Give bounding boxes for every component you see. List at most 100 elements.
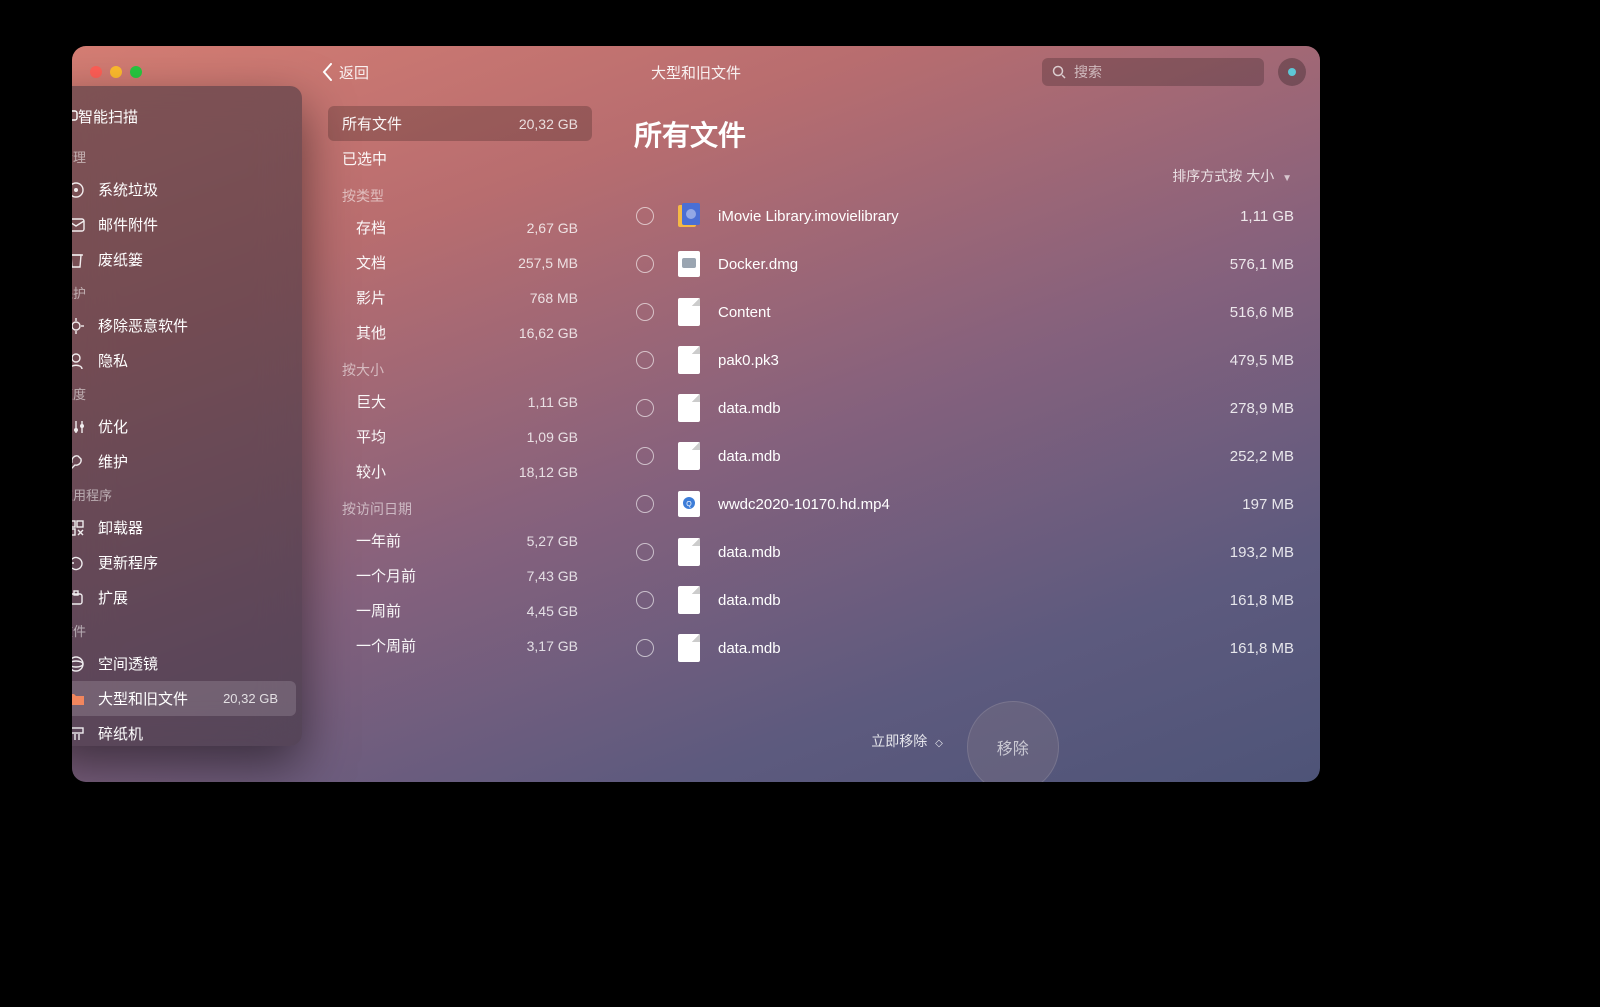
category-row[interactable]: 巨大1,11 GB <box>328 384 592 419</box>
category-size: 16,62 GB <box>519 325 578 341</box>
file-icon <box>676 297 702 327</box>
file-name: data.mdb <box>718 544 781 561</box>
sort-prefix: 排序方式按 <box>1172 168 1242 184</box>
sidebar-item-label: 系统垃圾 <box>98 179 158 200</box>
file-checkbox[interactable] <box>636 207 654 225</box>
sidebar-item-extensions[interactable]: 扩展 <box>72 580 296 615</box>
file-size: 161,8 MB <box>1230 592 1294 609</box>
updown-icon: ◇ <box>935 738 943 749</box>
file-icon <box>676 249 702 279</box>
category-label: 平均 <box>342 426 386 447</box>
sidebar-item-large-old-files[interactable]: 大型和旧文件20,32 GB <box>72 681 296 716</box>
category-size: 5,27 GB <box>527 533 578 549</box>
search-icon <box>1052 65 1066 79</box>
file-icon <box>676 441 702 471</box>
sidebar-section-header: 清理 <box>72 141 302 172</box>
sidebar-item-updater[interactable]: 更新程序 <box>72 545 296 580</box>
category-row[interactable]: 一周前4,45 GB <box>328 593 592 628</box>
category-row[interactable]: 存档2,67 GB <box>328 210 592 245</box>
category-row[interactable]: 一个月前7,43 GB <box>328 558 592 593</box>
category-row[interactable]: 其他 16,62 GB <box>328 315 592 350</box>
sidebar-section-header: 文件 <box>72 615 302 646</box>
sidebar-item-label: 大型和旧文件 <box>98 688 188 709</box>
file-row[interactable]: data.mdb161,8 MB <box>632 576 1298 624</box>
back-label: 返回 <box>339 62 369 83</box>
sidebar-item-system-junk[interactable]: 系统垃圾 <box>72 172 296 207</box>
account-button[interactable] <box>1278 58 1306 86</box>
category-label: 一周前 <box>342 600 401 621</box>
file-checkbox[interactable] <box>636 351 654 369</box>
sidebar-item-smart-scan[interactable]: 智能扫描 <box>72 100 302 133</box>
file-row[interactable]: Docker.dmg576,1 MB <box>632 240 1298 288</box>
category-selected[interactable]: 已选中 <box>328 141 592 176</box>
sidebar-item-trash-bins[interactable]: 废纸篓 <box>72 242 296 277</box>
file-row[interactable]: data.mdb252,2 MB <box>632 432 1298 480</box>
mail-attachments-icon <box>72 218 86 232</box>
file-icon <box>676 201 702 231</box>
file-checkbox[interactable] <box>636 399 654 417</box>
file-name: Docker.dmg <box>718 256 798 273</box>
category-row[interactable]: 文档257,5 MB <box>328 245 592 280</box>
file-checkbox[interactable] <box>636 495 654 513</box>
category-label: 其他 <box>342 322 386 343</box>
space-lens-icon <box>72 655 86 673</box>
search-field[interactable] <box>1042 58 1264 86</box>
file-row[interactable]: pak0.pk3479,5 MB <box>632 336 1298 384</box>
sidebar-item-uninstaller[interactable]: 卸载器 <box>72 510 296 545</box>
file-checkbox[interactable] <box>636 303 654 321</box>
shredder-icon <box>72 726 86 742</box>
sidebar-item-privacy[interactable]: 隐私 <box>72 343 296 378</box>
sort-control[interactable]: 排序方式按 大小 ▼ <box>632 166 1298 186</box>
category-label: 存档 <box>342 217 386 238</box>
sidebar-item-optimize[interactable]: 优化 <box>72 409 296 444</box>
sidebar-item-maintenance[interactable]: 维护 <box>72 444 296 479</box>
file-row[interactable]: Qwwdc2020-10170.hd.mp4197 MB <box>632 480 1298 528</box>
maintenance-icon <box>72 453 86 471</box>
file-size: 193,2 MB <box>1230 544 1294 561</box>
category-row[interactable]: 影片768 MB <box>328 280 592 315</box>
immediate-remove-dropdown[interactable]: 立即移除 ◇ <box>871 731 943 751</box>
category-row[interactable]: 一年前 5,27 GB <box>328 523 592 558</box>
file-size: 161,8 MB <box>1230 640 1294 657</box>
minimize-button[interactable] <box>110 66 122 78</box>
file-checkbox[interactable] <box>636 447 654 465</box>
maximize-button[interactable] <box>130 66 142 78</box>
file-row[interactable]: data.mdb 193,2 MB <box>632 528 1298 576</box>
category-label: 影片 <box>342 287 386 308</box>
file-size: 479,5 MB <box>1230 352 1294 369</box>
main-panel: 所有文件 排序方式按 大小 ▼ iMovie Library.imovielib… <box>632 106 1298 712</box>
category-size: 18,12 GB <box>519 464 578 480</box>
file-name: iMovie Library.imovielibrary <box>718 208 899 225</box>
file-row[interactable]: Content516,6 MB <box>632 288 1298 336</box>
file-icon: Q <box>676 489 702 519</box>
file-row[interactable]: data.mdb278,9 MB <box>632 384 1298 432</box>
category-row[interactable]: 一个周前3,17 GB <box>328 628 592 663</box>
category-row[interactable]: 较小18,12 GB <box>328 454 592 489</box>
category-size: 257,5 MB <box>518 255 578 271</box>
back-button[interactable]: 返回 <box>322 62 369 83</box>
sidebar-item-mail-attachments[interactable]: 邮件附件 <box>72 207 296 242</box>
system-junk-icon <box>72 181 86 199</box>
sidebar-item-shredder[interactable]: 碎纸机 <box>72 716 296 751</box>
category-label: 一年前 <box>342 530 401 551</box>
file-checkbox[interactable] <box>636 591 654 609</box>
file-name: wwdc2020-10170.hd.mp4 <box>718 496 890 513</box>
close-button[interactable] <box>90 66 102 78</box>
extensions-icon <box>72 589 86 607</box>
sidebar-item-label: 维护 <box>98 451 128 472</box>
search-input[interactable] <box>1074 64 1244 80</box>
file-row[interactable]: iMovie Library.imovielibrary1,11 GB <box>632 192 1298 240</box>
sidebar-item-space-lens[interactable]: 空间透镜 <box>72 646 296 681</box>
category-group-header: 按访问日期 <box>328 489 592 523</box>
sidebar-item-label: 邮件附件 <box>98 214 158 235</box>
sidebar-item-malware-removal[interactable]: 移除恶意软件 <box>72 308 296 343</box>
category-all-files[interactable]: 所有文件 20,32 GB <box>328 106 592 141</box>
file-row[interactable]: data.mdb161,8 MB <box>632 624 1298 672</box>
remove-button[interactable]: 移除 <box>967 701 1059 782</box>
sidebar: 智能扫描 清理系统垃圾邮件附件废纸篓保护移除恶意软件隐私速度优化维护应用程序卸载… <box>72 86 302 746</box>
file-checkbox[interactable] <box>636 255 654 273</box>
file-checkbox[interactable] <box>636 639 654 657</box>
file-checkbox[interactable] <box>636 543 654 561</box>
category-size: 1,09 GB <box>527 429 578 445</box>
category-row[interactable]: 平均 1,09 GB <box>328 419 592 454</box>
